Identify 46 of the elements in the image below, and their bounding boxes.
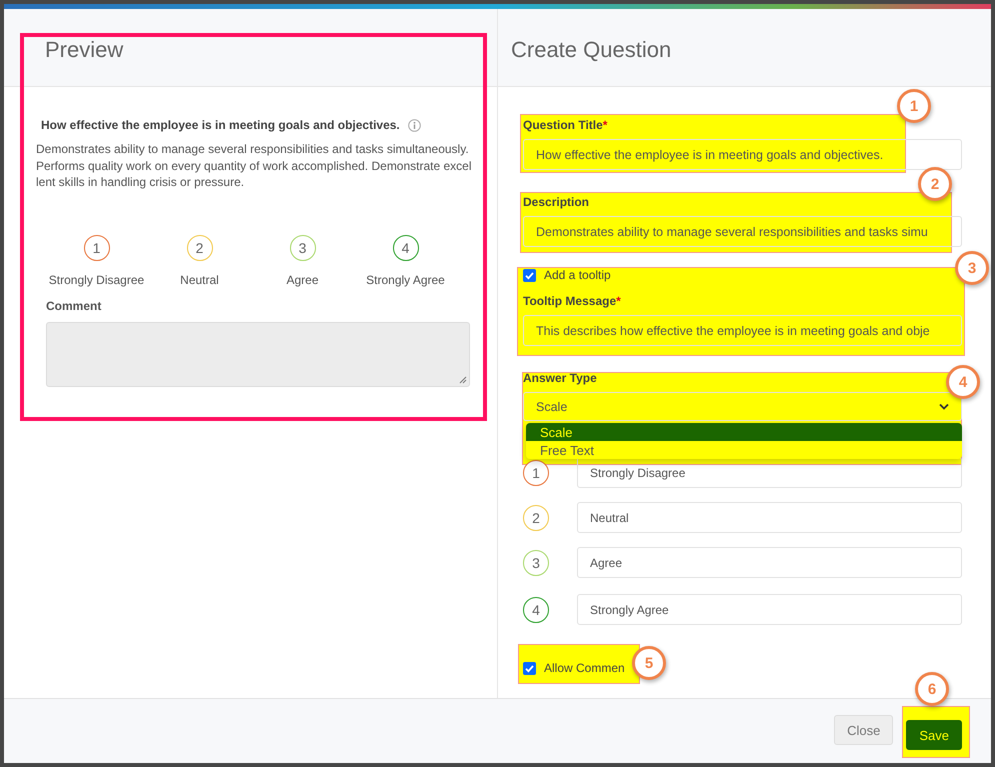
dropdown-option[interactable]: Scale — [526, 423, 962, 441]
checkbox[interactable] — [523, 662, 536, 674]
step-callout: 6 — [915, 672, 949, 706]
input-field[interactable]: How effective the employee is in meeting goals and objectives. — [523, 139, 962, 170]
chevron-down-icon — [939, 403, 949, 410]
rating-label: Strongly Agree — [366, 272, 445, 286]
close-button[interactable]: Close — [834, 715, 894, 745]
question-description: Demonstrates ability to manage several responsibilities and tasks simultaneously. Performs quality work on every quantity of work accomplished. Demonstrate excellent skills in handling crisis or pressure. — [36, 141, 472, 190]
input-field[interactable]: Demonstrates ability to manage several responsibilities and tasks simu — [523, 216, 962, 247]
question-title: How effective the employee is in meeting goals and objectives. — [41, 118, 400, 132]
field-label: Answer Type — [523, 371, 597, 385]
comment-label: Comment — [46, 298, 102, 312]
input-field[interactable]: Agree — [577, 547, 962, 578]
step-callout: 3 — [955, 251, 989, 285]
rating-label: Neutral — [180, 272, 219, 286]
panel-title: Create Question — [511, 36, 672, 62]
rating-circle[interactable]: 1 — [84, 234, 110, 260]
field-label: Description — [523, 195, 590, 209]
dropdown-option[interactable]: Free Text — [526, 441, 962, 459]
input-field[interactable]: Neutral — [577, 502, 962, 533]
dropdown[interactable]: Scale — [523, 392, 962, 421]
resize-grip-icon[interactable] — [459, 376, 467, 384]
checkbox-label: Add a tooltip — [544, 268, 611, 282]
scale-number: 4 — [523, 596, 549, 622]
save-button[interactable]: Save — [906, 720, 962, 750]
step-callout: 5 — [632, 646, 666, 680]
input-field[interactable]: Strongly Agree — [577, 594, 962, 625]
rating-circle[interactable]: 4 — [392, 234, 418, 260]
panel-title: Preview — [45, 36, 124, 62]
input-field[interactable]: This describes how effective the employee is in meeting goals and obje — [523, 315, 962, 346]
comment-field[interactable] — [46, 322, 470, 386]
rating-circle[interactable]: 3 — [290, 234, 316, 260]
rating-label: Strongly Disagree — [48, 272, 144, 286]
checkbox-label: Allow Commen — [544, 661, 625, 675]
step-callout: 4 — [946, 365, 980, 399]
step-callout: 2 — [918, 167, 952, 201]
field-label: Tooltip Message* — [523, 294, 621, 308]
checkbox[interactable] — [523, 268, 536, 282]
field-label: Question Title* — [523, 118, 608, 132]
input-field[interactable]: Strongly Disagree — [577, 457, 962, 488]
scale-number: 3 — [523, 550, 549, 576]
info-icon[interactable] — [408, 118, 421, 132]
rating-circle[interactable]: 2 — [186, 234, 212, 260]
step-callout: 1 — [897, 89, 931, 123]
scale-number: 2 — [523, 504, 549, 530]
rating-label: Agree — [286, 272, 319, 286]
